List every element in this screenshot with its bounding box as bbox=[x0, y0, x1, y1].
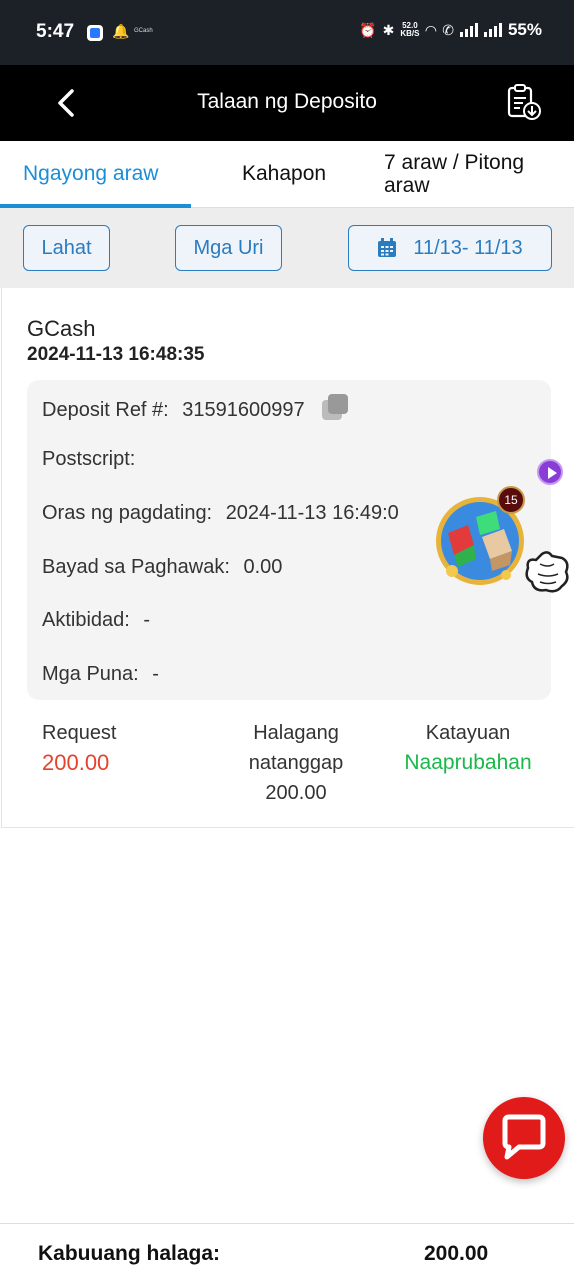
signal-icon-2 bbox=[483, 23, 502, 37]
signal-icon bbox=[459, 23, 478, 37]
status-label: Katayuan bbox=[425, 722, 511, 744]
total-label: Kabuuang halaga: bbox=[38, 1242, 221, 1265]
arrival-time-row: Oras ng pagdating: 2024-11-13 16:49:0 bbox=[42, 502, 399, 524]
deposit-ref-row: Deposit Ref #: 31591600997 bbox=[42, 394, 350, 422]
tab-today[interactable]: Ngayong araw bbox=[23, 162, 158, 186]
date-tabs: Ngayong araw Kahapon 7 araw / Pitong ara… bbox=[0, 141, 574, 208]
tab-yesterday[interactable]: Kahapon bbox=[242, 162, 326, 186]
pointing-hand-icon bbox=[525, 551, 569, 593]
filter-all-button[interactable]: Lahat bbox=[23, 225, 110, 271]
bell-icon: 🔔 bbox=[112, 23, 130, 39]
alarm-icon: ⏰ bbox=[359, 21, 377, 38]
received-amount: 200.00 bbox=[265, 782, 327, 804]
activity-row: Aktibidad: - bbox=[42, 609, 151, 631]
status-badge: Naaprubahan bbox=[404, 751, 532, 774]
net-speed: 52.0 KB/S bbox=[400, 21, 420, 38]
request-amount: 200.00 bbox=[42, 750, 110, 775]
wifi-call-icon: ✆ bbox=[442, 21, 454, 38]
battery-level: 55% bbox=[507, 20, 542, 39]
page-title: Talaan ng Deposito bbox=[197, 90, 377, 113]
notification-app-label: GCash bbox=[134, 28, 153, 34]
total-amount: 200.00 bbox=[424, 1242, 489, 1265]
remarks-row: Mga Puna: - bbox=[42, 663, 159, 685]
chat-button[interactable] bbox=[483, 1097, 565, 1179]
status-icons: ⏰ ✱ 52.0 KB/S ◠ ✆ 55% bbox=[359, 20, 542, 40]
notification-badge: 15 bbox=[497, 486, 525, 514]
postscript-row: Postscript: bbox=[42, 448, 136, 470]
request-label: Request bbox=[42, 722, 117, 744]
app-header: Talaan ng Deposito bbox=[0, 65, 574, 141]
filter-types-button[interactable]: Mga Uri bbox=[175, 225, 282, 271]
copy-icon[interactable] bbox=[322, 394, 350, 422]
date-range-button[interactable]: 11/13- 11/13 bbox=[348, 225, 552, 271]
date-range-label: 11/13- 11/13 bbox=[413, 236, 523, 259]
play-icon[interactable] bbox=[537, 459, 563, 485]
status-column: Katayuan Naaprubahan bbox=[398, 718, 538, 778]
filter-bar: Lahat Mga Uri 11/13- 11/13 bbox=[0, 208, 574, 288]
notification-app-icon bbox=[87, 25, 103, 41]
bluetooth-icon: ✱ bbox=[382, 21, 395, 38]
status-bar: 5:47 🔔 GCash ⏰ ✱ 52.0 KB/S ◠ ✆ 55% bbox=[0, 0, 574, 65]
payment-gateway: GCash bbox=[27, 316, 96, 341]
wifi-icon: ◠ bbox=[425, 21, 437, 38]
deposit-ref-value: 31591600997 bbox=[182, 399, 305, 421]
clipboard-download-icon[interactable] bbox=[504, 82, 544, 122]
chat-bubble-icon bbox=[502, 1114, 546, 1160]
total-footer: Kabuuang halaga: 200.00 bbox=[0, 1223, 574, 1280]
received-column: Halagang natanggap 200.00 bbox=[222, 718, 370, 808]
record-datetime: 2024-11-13 16:48:35 bbox=[27, 344, 205, 365]
request-column: Request 200.00 bbox=[42, 718, 117, 778]
clock: 5:47 bbox=[36, 21, 75, 42]
tab-seven-days[interactable]: 7 araw / Pitong araw bbox=[384, 151, 524, 197]
handling-fee-row: Bayad sa Paghawak: 0.00 bbox=[42, 556, 283, 578]
calendar-icon bbox=[378, 238, 397, 257]
